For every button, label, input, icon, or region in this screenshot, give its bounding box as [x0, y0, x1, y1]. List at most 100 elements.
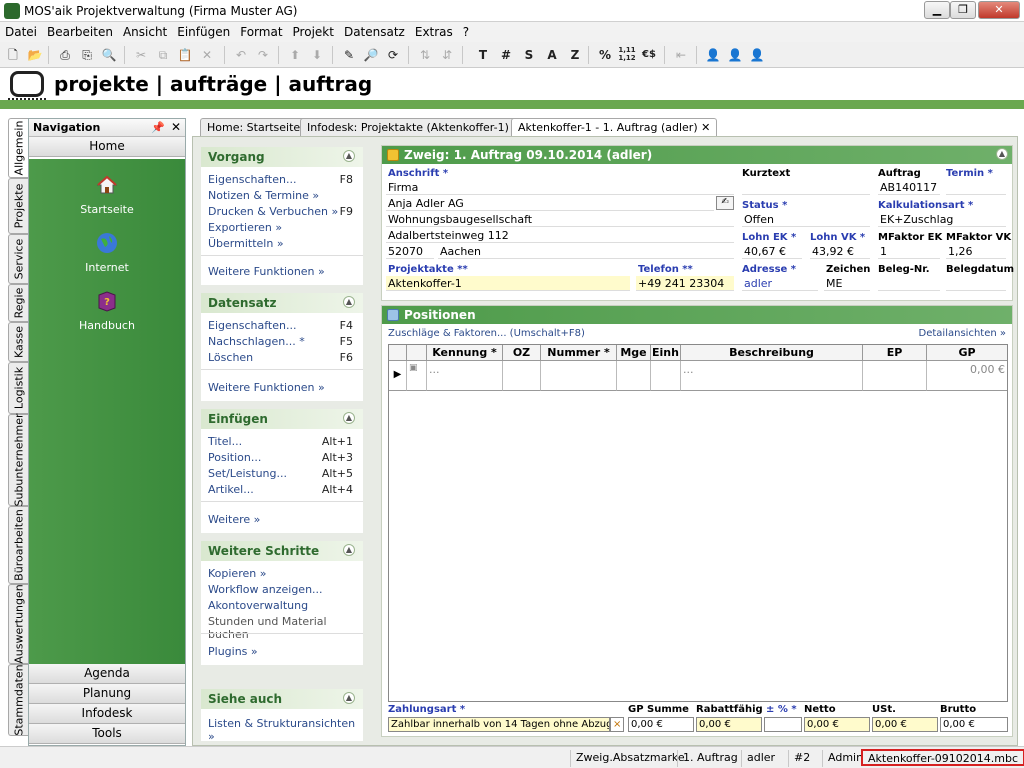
auftrag-field[interactable]: AB140117	[878, 180, 940, 195]
lohn-vk-field[interactable]: 43,92 €	[810, 244, 870, 259]
kalkulationsart-field[interactable]: EK+Zuschlag	[878, 212, 1006, 227]
cell-kennung[interactable]: ...	[427, 361, 503, 391]
vtab-projekte[interactable]: Projekte	[8, 178, 28, 234]
nav-infodesk-button[interactable]: Infodesk	[29, 704, 185, 724]
nav-item-handbuch[interactable]: ? Handbuch	[29, 289, 185, 332]
task-position[interactable]: Position...	[208, 451, 261, 464]
task-titel[interactable]: Titel...	[208, 435, 242, 448]
text-format-z-button[interactable]: Z	[566, 46, 584, 64]
cell-gp[interactable]: 0,00 €	[927, 361, 1007, 391]
collapse-icon[interactable]: ▲	[343, 412, 355, 424]
menu-einfuegen[interactable]: Einfügen	[172, 22, 235, 42]
paste-icon[interactable]: 📋	[176, 46, 194, 64]
task-artikel[interactable]: Artikel...	[208, 483, 254, 496]
col-gp[interactable]: GP	[927, 345, 1007, 361]
pin-icon[interactable]: 📌	[151, 121, 165, 134]
task-stunden-material[interactable]: Stunden und Material buchen	[208, 615, 363, 641]
netto-field[interactable]: 0,00 €	[804, 717, 870, 732]
col-oz[interactable]: OZ	[503, 345, 541, 361]
task-workflow-anzeigen[interactable]: Workflow anzeigen...	[208, 583, 323, 596]
cell-beschreibung[interactable]: ...	[681, 361, 863, 391]
nav-home-button[interactable]: Home	[29, 137, 185, 157]
col-einh[interactable]: Einh	[651, 345, 681, 361]
col-nummer[interactable]: Nummer *	[541, 345, 617, 361]
task-set-leistung[interactable]: Set/Leistung...	[208, 467, 287, 480]
clear-zahlungsart-icon[interactable]: ×	[610, 717, 624, 732]
redo-icon[interactable]: ↷	[254, 46, 272, 64]
user-red-icon[interactable]: 👤	[748, 46, 766, 64]
col-kennung[interactable]: Kennung *	[427, 345, 503, 361]
edit-pencil-icon[interactable]: ✎	[340, 46, 358, 64]
col-mge[interactable]: Mge	[617, 345, 651, 361]
refresh-icon[interactable]: ⟳	[384, 46, 402, 64]
nav-tools-button[interactable]: Tools	[29, 724, 185, 744]
zahlungsart-field[interactable]: Zahlbar innerhalb von 14 Tagen ohne Abzu…	[388, 717, 610, 732]
task-group-header[interactable]: Einfügen ▲	[201, 409, 363, 429]
gp-summe-field[interactable]: 0,00 €	[628, 717, 694, 732]
anschrift-line-2[interactable]: Anja Adler AG	[386, 196, 714, 211]
task-group-header[interactable]: Datensatz ▲	[201, 293, 363, 313]
text-format-s-button[interactable]: S	[520, 46, 538, 64]
cut-icon[interactable]: ✂	[132, 46, 150, 64]
task-nachschlagen[interactable]: Nachschlagen... *	[208, 335, 305, 348]
user-blue-icon[interactable]: 👤	[704, 46, 722, 64]
mfaktor-ek-field[interactable]: 1	[878, 244, 940, 259]
menu-projekt[interactable]: Projekt	[288, 22, 339, 42]
collapse-icon[interactable]: ▲	[343, 692, 355, 704]
currency-button[interactable]: €$	[640, 46, 658, 64]
vtab-regie[interactable]: Regie	[8, 284, 28, 322]
cell-ep[interactable]	[863, 361, 927, 391]
vtab-stammdaten[interactable]: Stammdaten	[8, 664, 28, 736]
vtab-service[interactable]: Service	[8, 234, 28, 284]
vtab-bueroarbeiten[interactable]: Büroarbeiten	[8, 506, 28, 584]
anschrift-line-3[interactable]: Wohnungsbaugesellschaft	[386, 212, 734, 227]
text-format-hash-button[interactable]: #	[497, 46, 515, 64]
task-group-header[interactable]: Weitere Schritte ▲	[201, 541, 363, 561]
task-weitere[interactable]: Weitere »	[208, 513, 260, 526]
vtab-kasse[interactable]: Kasse	[8, 322, 28, 362]
minimize-button[interactable]: ▁	[924, 1, 950, 19]
decimal-button[interactable]: 1,11 1,12	[618, 46, 636, 64]
nav-item-startseite[interactable]: Startseite	[29, 173, 185, 216]
percent-button[interactable]: %	[596, 46, 614, 64]
nav-agenda-button[interactable]: Agenda	[29, 664, 185, 684]
ust-field[interactable]: 0,00 €	[872, 717, 938, 732]
task-weitere-funktionen[interactable]: Weitere Funktionen »	[208, 381, 325, 394]
maximize-button[interactable]: ❐	[950, 1, 976, 19]
menu-datensatz[interactable]: Datensatz	[339, 22, 410, 42]
vtab-allgemein[interactable]: Allgemein	[8, 118, 28, 178]
task-akontoverwaltung[interactable]: Akontoverwaltung	[208, 599, 308, 612]
collapse-icon[interactable]: ▲	[343, 150, 355, 162]
status-field[interactable]: Offen	[742, 212, 870, 227]
collapse-icon[interactable]: ▲	[343, 544, 355, 556]
menu-help[interactable]: ?	[458, 22, 474, 42]
task-group-header[interactable]: Vorgang ▲	[201, 147, 363, 167]
task-plugins[interactable]: Plugins »	[208, 645, 258, 658]
anschrift-line-4[interactable]: Adalbertsteinweg 112	[386, 228, 734, 243]
anschrift-line-1[interactable]: Firma	[386, 180, 734, 195]
task-uebermitteln[interactable]: Übermitteln »	[208, 237, 284, 250]
search-icon[interactable]: 🔎	[362, 46, 380, 64]
nav-icon[interactable]: ⇤	[672, 46, 690, 64]
task-drucken-verbuchen[interactable]: Drucken & Verbuchen »	[208, 205, 338, 218]
vtab-auswertungen[interactable]: Auswertungen	[8, 584, 28, 664]
menu-extras[interactable]: Extras	[410, 22, 458, 42]
copy-icon[interactable]: ⧉	[154, 46, 172, 64]
task-eigenschaften[interactable]: Eigenschaften...	[208, 173, 296, 186]
task-notizen-termine[interactable]: Notizen & Termine »	[208, 189, 319, 202]
close-window-button[interactable]: ✕	[978, 1, 1020, 19]
task-loeschen[interactable]: Löschen	[208, 351, 253, 364]
beleg-nr-field[interactable]	[878, 276, 940, 291]
move-down-icon[interactable]: ⬇	[308, 46, 326, 64]
plz-field[interactable]: 52070	[386, 244, 434, 259]
user-yellow-icon[interactable]: 👤	[726, 46, 744, 64]
ort-field[interactable]: Aachen	[438, 244, 734, 259]
cell-mge[interactable]	[617, 361, 651, 391]
tab-aktenkoffer-auftrag[interactable]: Aktenkoffer-1 - 1. Auftrag (adler) ✕	[511, 118, 718, 136]
new-doc-icon[interactable]: 🗋	[4, 46, 22, 64]
task-eigenschaften[interactable]: Eigenschaften...	[208, 319, 296, 332]
tab-close-icon[interactable]: ✕	[701, 121, 710, 134]
lohn-ek-field[interactable]: 40,67 €	[742, 244, 802, 259]
nav-item-internet[interactable]: Internet	[29, 231, 185, 274]
projektakte-field[interactable]: Aktenkoffer-1	[386, 276, 630, 291]
